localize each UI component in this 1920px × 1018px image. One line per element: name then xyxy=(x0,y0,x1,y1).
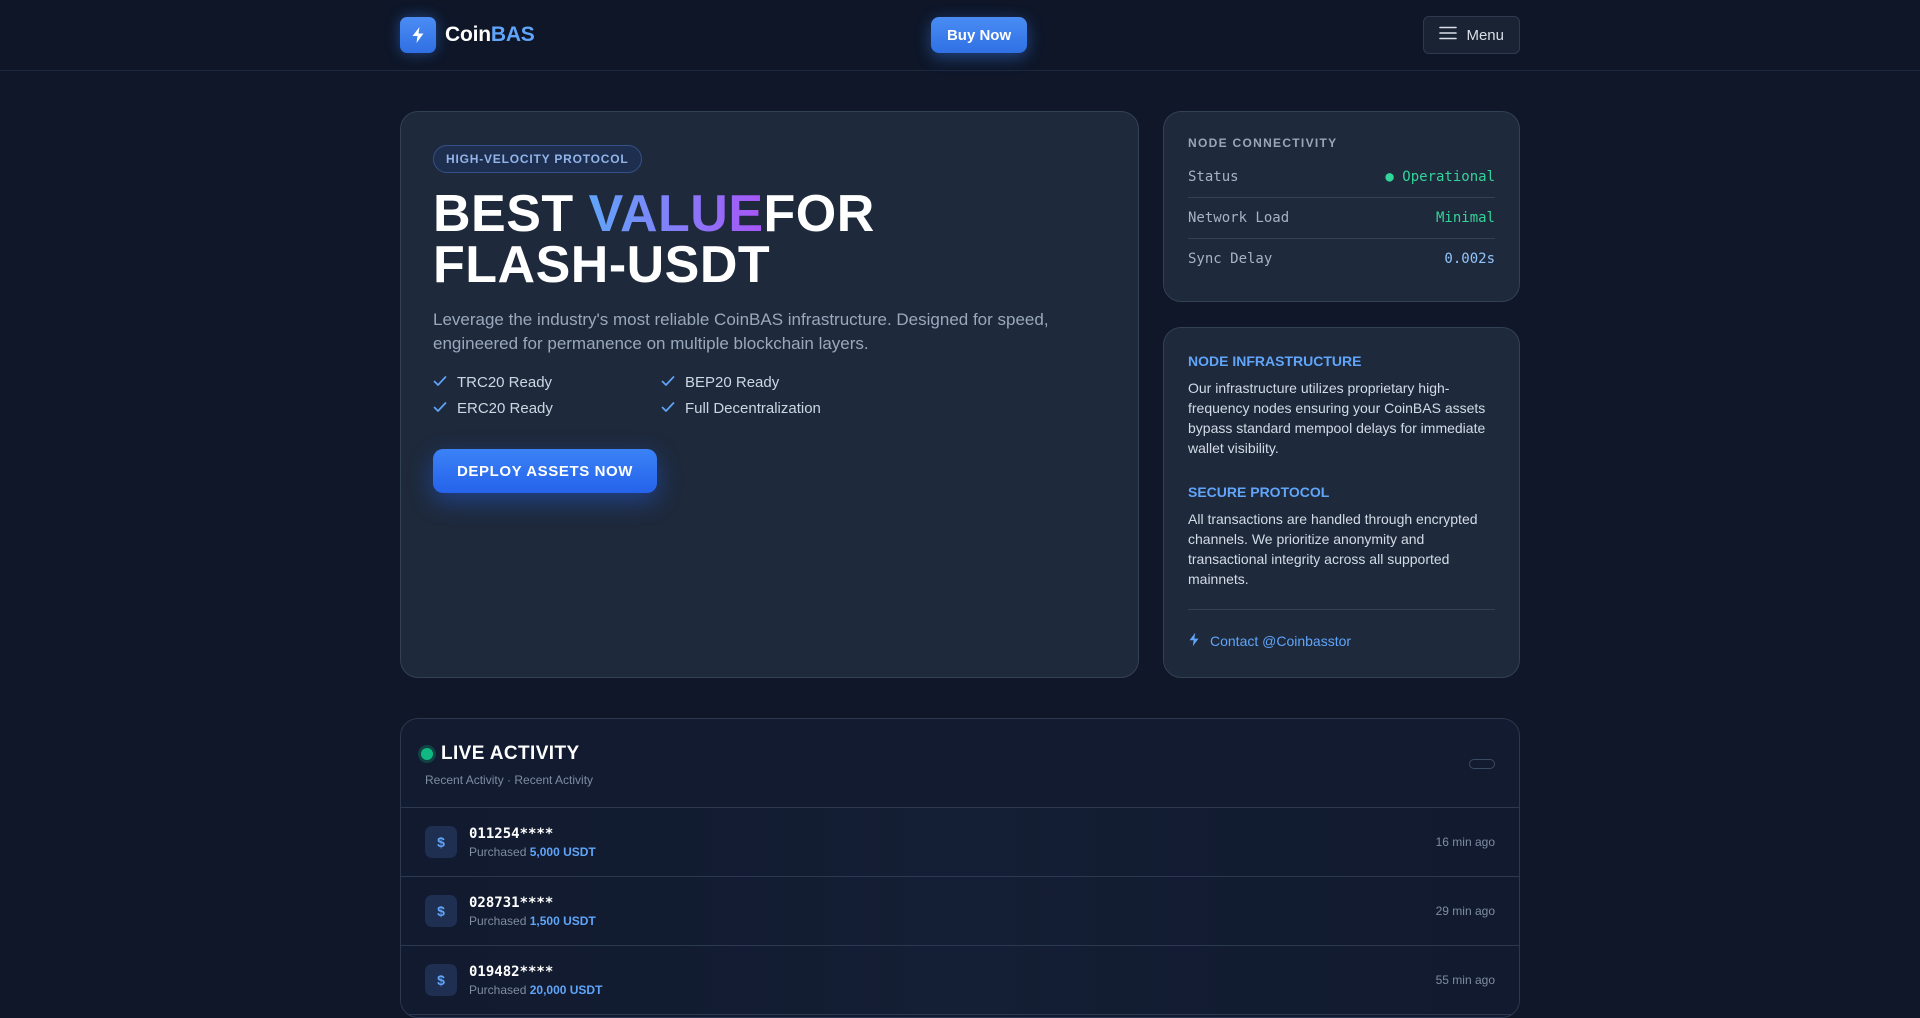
activity-row: $ 028731**** Purchased 1,500 USDT 29 min… xyxy=(401,877,1519,946)
wallet-id: 011254**** xyxy=(469,825,554,842)
brand-name: CoinBAS xyxy=(445,23,535,46)
activity-toggle[interactable] xyxy=(1469,759,1495,769)
status-row: Status ● Operational xyxy=(1188,168,1495,185)
feature-list: TRC20 Ready BEP20 Ready ERC20 Ready Full… xyxy=(433,374,1106,417)
purchase-text: Purchased 5,000 USDT xyxy=(469,844,596,859)
feature-item: Full Decentralization xyxy=(661,400,889,417)
dollar-icon: $ xyxy=(425,895,457,927)
lightning-icon xyxy=(400,17,436,53)
activity-row: $ 011254**** Purchased 5,000 USDT 16 min… xyxy=(401,808,1519,877)
lightning-icon xyxy=(1188,632,1200,650)
hamburger-icon xyxy=(1439,26,1458,44)
check-icon xyxy=(661,400,675,417)
activity-subtitle: Recent Activity · Recent Activity xyxy=(425,773,594,787)
status-value: ● Operational xyxy=(1385,168,1495,185)
check-icon xyxy=(433,374,447,391)
buy-now-button[interactable]: Buy Now xyxy=(930,17,1028,53)
deploy-assets-button[interactable]: DEPLOY ASSETS NOW xyxy=(433,449,658,493)
live-activity-title: LIVE ACTIVITY xyxy=(421,743,1495,765)
sync-delay-row: Sync Delay 0.002s xyxy=(1188,238,1495,279)
live-indicator-icon xyxy=(421,748,433,760)
hero-title: BEST VALUEFOR FLASH-USDT xyxy=(433,185,875,294)
timestamp: 29 min ago xyxy=(1435,904,1495,918)
purchase-text: Purchased 20,000 USDT xyxy=(469,982,603,997)
hero-description: Leverage the industry's most reliable Co… xyxy=(433,310,1049,353)
check-icon xyxy=(661,374,675,391)
infrastructure-heading: NODE INFRASTRUCTURE xyxy=(1188,353,1362,369)
node-connectivity-card: NODE CONNECTIVITY Status ● Operational N… xyxy=(1163,111,1520,302)
dollar-icon: $ xyxy=(425,964,457,996)
divider xyxy=(1188,609,1495,610)
purchase-text: Purchased 1,500 USDT xyxy=(469,913,596,928)
feature-item: ERC20 Ready xyxy=(433,400,661,417)
brand-logo[interactable]: CoinBAS xyxy=(400,17,535,53)
infrastructure-card: NODE INFRASTRUCTURE Our infrastructure u… xyxy=(1163,327,1520,678)
network-load-value: Minimal xyxy=(1435,210,1495,226)
check-icon xyxy=(433,400,447,417)
secure-protocol-heading: SECURE PROTOCOL xyxy=(1188,484,1330,500)
activity-row: $ 019482**** Purchased 20,000 USDT 55 mi… xyxy=(401,946,1519,1015)
feature-item: BEP20 Ready xyxy=(661,374,889,391)
top-header: CoinBAS Buy Now Menu xyxy=(0,0,1920,71)
timestamp: 16 min ago xyxy=(1435,835,1495,849)
network-load-row: Network Load Minimal xyxy=(1188,197,1495,238)
menu-label: Menu xyxy=(1466,26,1504,44)
menu-button[interactable]: Menu xyxy=(1423,16,1520,54)
wallet-id: 028731**** xyxy=(469,894,554,911)
feature-item: TRC20 Ready xyxy=(433,374,661,391)
infrastructure-text: Our infrastructure utilizes proprietary … xyxy=(1188,380,1486,456)
dollar-icon: $ xyxy=(425,826,457,858)
protocol-badge: HIGH-VELOCITY PROTOCOL xyxy=(433,145,642,173)
timestamp: 55 min ago xyxy=(1435,973,1495,987)
sync-delay-value: 0.002s xyxy=(1444,251,1495,267)
connectivity-title: NODE CONNECTIVITY xyxy=(1188,136,1338,150)
contact-link[interactable]: Contact @Coinbasstor xyxy=(1188,632,1495,650)
live-activity-panel: LIVE ACTIVITY Recent Activity · Recent A… xyxy=(400,718,1520,1018)
wallet-id: 019482**** xyxy=(469,963,554,980)
secure-protocol-text: All transactions are handled through enc… xyxy=(1188,511,1478,587)
hero-card: HIGH-VELOCITY PROTOCOL BEST VALUEFOR FLA… xyxy=(400,111,1139,678)
